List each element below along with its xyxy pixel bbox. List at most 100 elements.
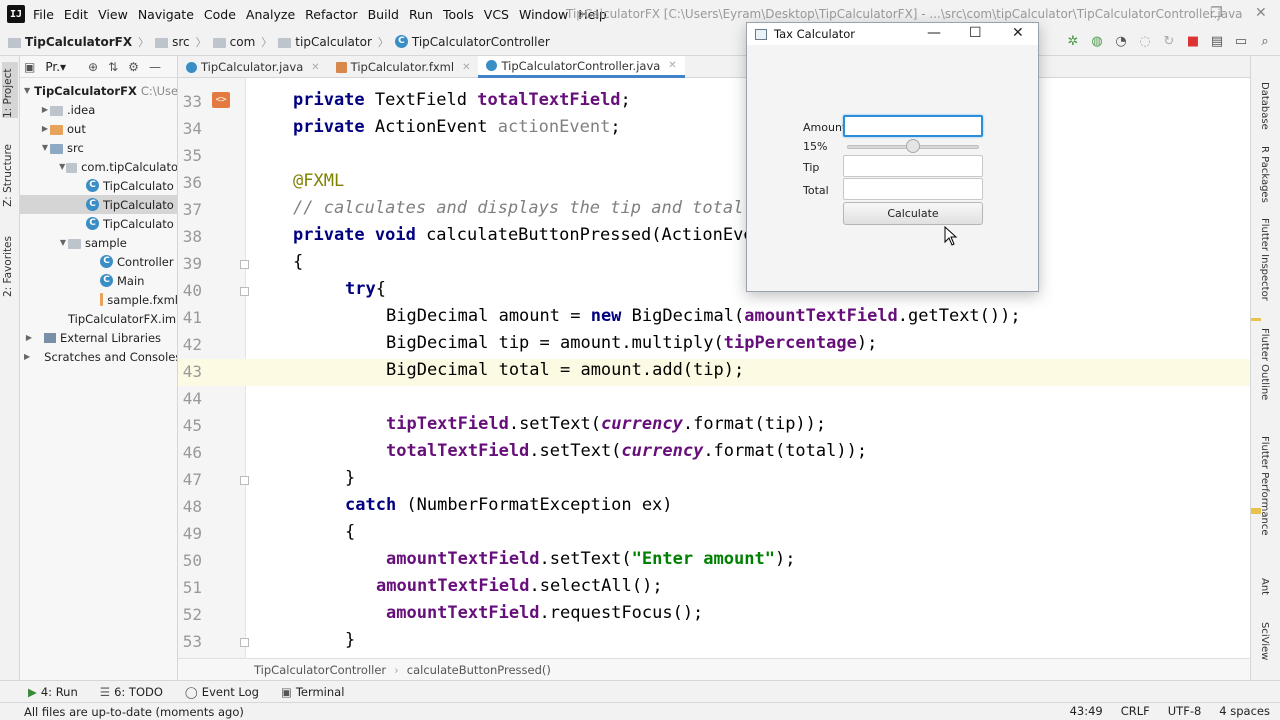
hide-icon[interactable]: — (149, 60, 161, 74)
total-field[interactable] (843, 178, 983, 200)
scroll-marker (1251, 318, 1261, 321)
close-tab-icon[interactable]: ✕ (462, 62, 470, 73)
menu-vcs[interactable]: VCS (484, 7, 509, 22)
caret-position[interactable]: 43:49 (1070, 704, 1103, 718)
fold-marker-icon[interactable] (240, 638, 249, 647)
collapse-icon[interactable]: ⇅ (108, 60, 118, 74)
crumb-com[interactable]: com (212, 35, 255, 49)
tree-item-iml[interactable]: TipCalculatorFX.iml (20, 309, 177, 328)
tree-item-tipcalculator-3[interactable]: C TipCalculato (20, 214, 177, 233)
tree-item-controller[interactable]: C Controller (20, 252, 177, 271)
menu-file[interactable]: File (33, 7, 54, 22)
tree-item-out[interactable]: ▶ out (20, 119, 177, 138)
tree-item-project-root[interactable]: ▼ TipCalculatorFX C:\Use (20, 81, 177, 100)
debug-icon[interactable]: ✲ (1064, 32, 1082, 50)
gear-icon[interactable]: ⚙ (128, 60, 139, 74)
r-packages-tool-tab[interactable]: R Packages (1259, 146, 1270, 203)
rerun-icon[interactable]: ↻ (1160, 32, 1178, 50)
terminal-icon[interactable]: ▭ (1232, 32, 1250, 50)
calculate-button[interactable]: Calculate (843, 202, 983, 225)
locate-icon[interactable]: ⊕ (88, 60, 98, 74)
crumb-method[interactable]: calculateButtonPressed() (407, 663, 551, 677)
code-editor[interactable]: <> 33 34 35 36 37 38 39 40 41 42 43 44 4… (178, 78, 1250, 658)
fold-marker-icon[interactable] (240, 287, 249, 296)
amount-field[interactable] (843, 115, 983, 137)
crumb-controller[interactable]: C TipCalculatorController (394, 35, 550, 49)
fxml-link-icon[interactable]: <> (212, 92, 230, 108)
crumb-class[interactable]: TipCalculatorController (254, 663, 386, 677)
project-structure-icon[interactable]: ▤ (1208, 32, 1226, 50)
indent-setting[interactable]: 4 spaces (1219, 704, 1270, 718)
project-tool-tab[interactable]: 1: Project (2, 62, 18, 118)
database-tool-tab[interactable]: Database (1259, 82, 1270, 130)
right-tool-strip: Database R Packages Flutter Inspector Fl… (1250, 56, 1280, 680)
flutter-performance-tool-tab[interactable]: Flutter Performance (1259, 436, 1270, 536)
tree-item-package[interactable]: ▼ com.tipCalculato (20, 157, 177, 176)
stop-icon[interactable]: ■ (1184, 32, 1202, 50)
flutter-inspector-tool-tab[interactable]: Flutter Inspector (1259, 218, 1270, 301)
favorites-tool-tab[interactable]: 2: Favorites (2, 236, 18, 297)
tree-item-tipcalculator-1[interactable]: C TipCalculato (20, 176, 177, 195)
menu-navigate[interactable]: Navigate (138, 7, 194, 22)
terminal-tool-button[interactable]: ▣ Terminal (281, 685, 344, 699)
project-view-selector[interactable]: Pr.▾ (45, 60, 66, 74)
menu-edit[interactable]: Edit (64, 7, 88, 22)
tree-item-scratches[interactable]: ▶ Scratches and Consoles (20, 347, 177, 366)
minimize-icon[interactable]: — (927, 25, 941, 41)
line-separator[interactable]: CRLF (1121, 704, 1150, 718)
collapsed-arrow-icon: ▶ (25, 333, 33, 342)
event-log-tool-button[interactable]: ◯ Event Log (185, 685, 259, 699)
tab-tipcalculator-java[interactable]: TipCalculator.java ✕ (178, 56, 328, 78)
fold-marker-icon[interactable] (240, 260, 249, 269)
structure-tool-tab[interactable]: Z: Structure (2, 144, 18, 207)
tree-item-external-libraries[interactable]: ▶ External Libraries (20, 328, 177, 347)
code-line: { (345, 522, 356, 542)
file-encoding[interactable]: UTF-8 (1168, 704, 1202, 718)
menu-refactor[interactable]: Refactor (305, 7, 357, 22)
coverage-icon[interactable]: ◍ (1088, 32, 1106, 50)
close-tab-icon[interactable]: ✕ (311, 62, 319, 73)
code-line: catch (NumberFormatException ex) (345, 495, 673, 515)
flutter-outline-tool-tab[interactable]: Flutter Outline (1259, 328, 1270, 400)
tree-item-src[interactable]: ▼ src (20, 138, 177, 157)
status-message[interactable]: All files are up-to-date (moments ago) (24, 705, 244, 719)
maximize-icon[interactable]: ☐ (969, 25, 982, 41)
profile-icon[interactable]: ◔ (1112, 32, 1130, 50)
tree-item-sample[interactable]: ▼ sample (20, 233, 177, 252)
attach-icon[interactable]: ◌ (1136, 32, 1154, 50)
dialog-title-bar[interactable]: Tax Calculator — ☐ ✕ (747, 23, 1038, 45)
tree-item-tipcalculator-2[interactable]: C TipCalculato (20, 195, 177, 214)
menu-run[interactable]: Run (409, 7, 433, 22)
crumb-src[interactable]: src (155, 35, 190, 49)
class-icon: C (100, 255, 113, 268)
menu-code[interactable]: Code (204, 7, 236, 22)
fold-marker-icon[interactable] (240, 476, 249, 485)
folder-icon (50, 124, 63, 135)
todo-tool-button[interactable]: ☰ 6: TODO (100, 685, 163, 699)
search-icon[interactable]: ⌕ (1256, 32, 1274, 50)
tree-item-sample-fxml[interactable]: sample.fxml (20, 290, 177, 309)
mouse-cursor-icon (944, 226, 958, 246)
run-tool-button[interactable]: ▶ 4: Run (28, 685, 78, 699)
tab-tipcalculator-fxml[interactable]: TipCalculator.fxml ✕ (328, 56, 479, 78)
tree-item-main[interactable]: C Main (20, 271, 177, 290)
close-icon[interactable]: ✕ (1012, 25, 1024, 41)
tab-tipcalculatorcontroller-java[interactable]: TipCalculatorController.java ✕ (478, 56, 685, 78)
sciview-tool-tab[interactable]: SciView (1259, 622, 1270, 660)
crumb-tipcalculator[interactable]: tipCalculator (278, 35, 372, 49)
menu-build[interactable]: Build (368, 7, 399, 22)
folder-icon (50, 105, 63, 116)
ant-tool-tab[interactable]: Ant (1259, 578, 1270, 595)
slider-thumb[interactable] (906, 139, 920, 153)
close-icon[interactable]: ✕ (1255, 5, 1267, 21)
close-tab-icon[interactable]: ✕ (668, 60, 676, 71)
folder-icon (278, 37, 292, 48)
menu-analyze[interactable]: Analyze (246, 7, 295, 22)
menu-view[interactable]: View (98, 7, 128, 22)
tree-item-idea[interactable]: ▶ .idea (20, 100, 177, 119)
menu-window[interactable]: Window (519, 7, 568, 22)
menu-tools[interactable]: Tools (443, 7, 474, 22)
tip-field[interactable] (843, 155, 983, 177)
crumb-project[interactable]: TipCalculatorFX (8, 35, 132, 49)
restore-icon[interactable]: ❐ (1210, 5, 1223, 21)
